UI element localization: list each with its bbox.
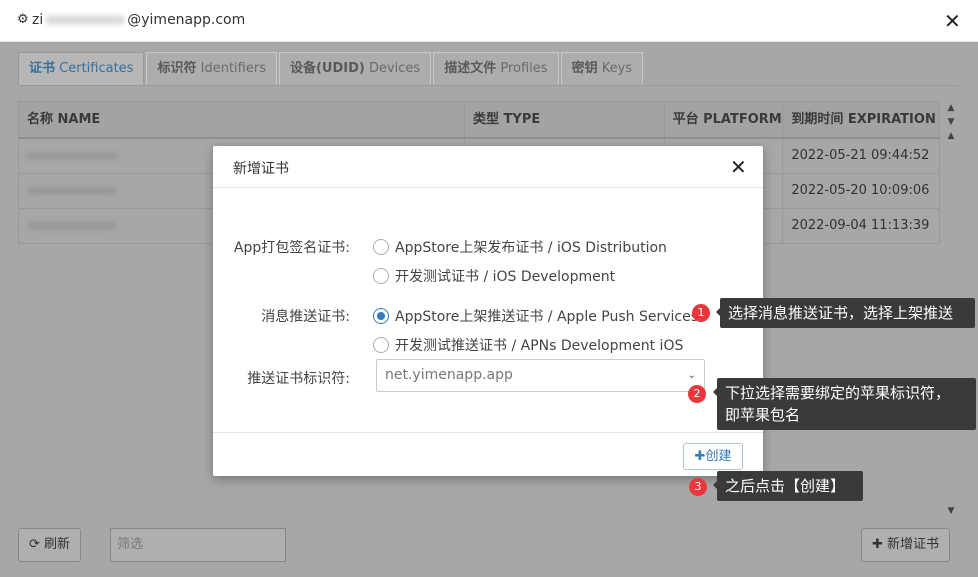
table-header: 名称 NAME 类型 TYPE 平台 PLATFORM 到期时间 EXPIRAT… (18, 101, 940, 139)
cell-expiration: 2022-05-20 10:09:06 (791, 183, 930, 198)
step-tooltip-2: 下拉选择需要绑定的苹果标识符， 即苹果包名 (713, 378, 976, 430)
cell-expiration: 2022-09-04 11:13:39 (791, 218, 930, 233)
redacted-text (45, 15, 126, 25)
gear-icon[interactable]: ⚙ (17, 12, 29, 27)
refresh-icon: ⟳ (29, 537, 40, 552)
column-header-platform[interactable]: 平台 PLATFORM (665, 102, 784, 137)
step-badge-2: 2 (688, 385, 706, 403)
create-button[interactable]: ✚创建 (683, 443, 743, 470)
window-close-icon[interactable]: ✕ (944, 9, 961, 33)
filter-input[interactable]: 筛选 (110, 528, 286, 562)
redacted-text (27, 186, 117, 195)
step-badge-1: 1 (692, 304, 710, 322)
radio-icon[interactable] (373, 268, 389, 284)
redacted-text (27, 151, 117, 160)
tab-keys[interactable]: 密钥 Keys (560, 52, 644, 86)
plus-icon: ✚ (872, 537, 883, 552)
column-header-expiration[interactable]: 到期时间 EXPIRATION (783, 102, 939, 137)
step-badge-3: 3 (689, 478, 707, 496)
column-header-name[interactable]: 名称 NAME (19, 102, 466, 137)
scroll-down-icon[interactable]: ▼ (944, 504, 958, 518)
radio-ios-distribution[interactable]: AppStore上架发布证书 / iOS Distribution (373, 237, 667, 257)
sign-cert-label: App打包签名证书: (233, 240, 350, 256)
new-certificate-dialog: 新增证书 ✕ App打包签名证书: AppStore上架发布证书 / iOS D… (213, 146, 763, 476)
bundle-id-select[interactable]: net.yimenapp.app ⌄ (376, 359, 705, 392)
scroll-up-icon[interactable]: ▲ (944, 129, 958, 143)
tab-profiles[interactable]: 描述文件 Profiles (433, 52, 559, 86)
radio-selected-icon[interactable] (373, 308, 389, 324)
redacted-text (27, 221, 117, 230)
step-tooltip-3: 之后点击【创建】 (713, 471, 863, 501)
bundle-id-label: 推送证书标识符: (247, 371, 350, 387)
cell-expiration: 2022-05-21 09:44:52 (791, 148, 930, 163)
radio-apns-development[interactable]: 开发测试推送证书 / APNs Development iOS (373, 335, 683, 355)
account-email: zi @yimenapp.com (32, 12, 246, 28)
tab-divider (18, 85, 958, 86)
tab-bar: 证书 Certificates 标识符 Identifiers 设备(UDID)… (18, 52, 645, 86)
add-certificate-button[interactable]: ✚ 新增证书 (861, 528, 951, 562)
radio-apple-push-services[interactable]: AppStore上架推送证书 / Apple Push Services (373, 306, 698, 326)
tab-devices[interactable]: 设备(UDID) Devices (278, 52, 432, 86)
tab-identifiers[interactable]: 标识符 Identifiers (146, 52, 277, 86)
dialog-header: 新增证书 ✕ (213, 146, 763, 188)
dialog-footer-divider (213, 432, 763, 433)
step-tooltip-1: 选择消息推送证书，选择上架推送 (716, 298, 975, 328)
push-cert-label: 消息推送证书: (261, 309, 350, 325)
plus-icon: ✚ (694, 449, 706, 464)
scroll-down-icon[interactable]: ▼ (944, 115, 958, 129)
window-titlebar: ⚙ zi @yimenapp.com ✕ (0, 0, 978, 42)
dialog-close-icon[interactable]: ✕ (730, 155, 747, 179)
column-header-type[interactable]: 类型 TYPE (465, 102, 665, 137)
radio-icon[interactable] (373, 337, 389, 353)
scroll-up-icon[interactable]: ▲ (944, 101, 958, 115)
radio-icon[interactable] (373, 239, 389, 255)
refresh-button[interactable]: ⟳ 刷新 (18, 528, 82, 562)
tab-certificates[interactable]: 证书 Certificates (18, 52, 145, 86)
dialog-title: 新增证书 (233, 161, 289, 177)
radio-ios-development[interactable]: 开发测试证书 / iOS Development (373, 266, 615, 286)
